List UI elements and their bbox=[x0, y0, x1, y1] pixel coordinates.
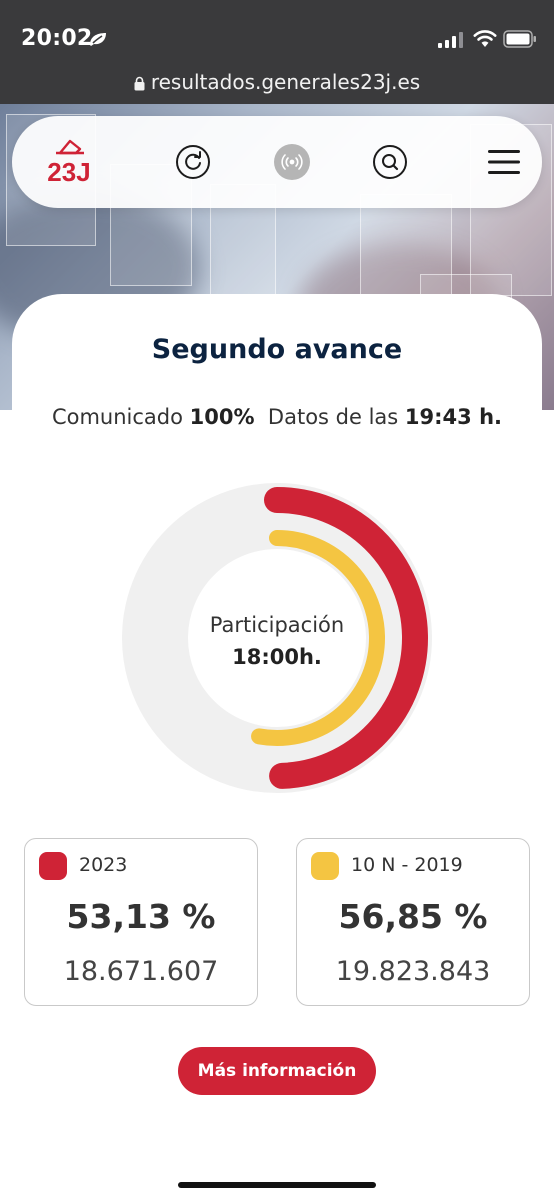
menu-icon bbox=[488, 150, 520, 174]
communicated-label: Comunicado bbox=[51, 405, 183, 429]
legend-swatch-yellow bbox=[311, 852, 339, 880]
chart-center-time: 18:00h. bbox=[232, 645, 322, 669]
page-title: Segundo avance bbox=[151, 334, 403, 365]
stat-count: 19.823.843 bbox=[335, 956, 491, 987]
stat-count: 18.671.607 bbox=[63, 956, 219, 987]
data-time-label: Datos de las bbox=[267, 405, 399, 429]
battery-icon bbox=[503, 30, 536, 48]
communicated-value: 100% bbox=[189, 405, 255, 429]
ballot-logo-icon: 23J bbox=[47, 139, 91, 187]
top-navigation: 23J bbox=[12, 116, 542, 208]
logo-23j[interactable]: 23J bbox=[34, 116, 104, 208]
refresh-button[interactable] bbox=[171, 116, 215, 208]
search-icon bbox=[373, 145, 407, 179]
url-text: resultados.generales23j.es bbox=[150, 70, 421, 94]
url-bar[interactable]: resultados.generales23j.es bbox=[0, 70, 554, 94]
lock-icon bbox=[134, 76, 145, 91]
progress-line: Comunicado 100% Datos de las 19:43 h. bbox=[0, 405, 554, 429]
live-button[interactable] bbox=[270, 116, 314, 208]
wifi-icon bbox=[473, 30, 497, 47]
status-time: 20:02 bbox=[21, 26, 93, 51]
leaf-icon bbox=[90, 33, 106, 46]
stat-card-2023: 2023 53,13 % 18.671.607 bbox=[24, 838, 258, 1006]
signal-icon bbox=[438, 32, 463, 48]
stat-percent: 56,85 % bbox=[338, 897, 488, 936]
chart-center-label: Participación 18:00h. bbox=[175, 609, 379, 673]
home-indicator bbox=[178, 1182, 376, 1188]
status-bar: 20:02 resultados.generales23j.es bbox=[0, 0, 554, 104]
stat-label: 10 N - 2019 bbox=[351, 854, 463, 876]
chart-center-title: Participación bbox=[209, 613, 345, 637]
stat-percent: 53,13 % bbox=[66, 897, 216, 936]
logo-text: 23J bbox=[47, 157, 90, 187]
stat-card-2019: 10 N - 2019 56,85 % 19.823.843 bbox=[296, 838, 530, 1006]
refresh-icon bbox=[176, 145, 210, 179]
live-broadcast-icon bbox=[274, 144, 310, 180]
more-info-button[interactable]: Más información bbox=[178, 1047, 376, 1095]
search-button[interactable] bbox=[368, 116, 412, 208]
data-time-value: 19:43 h. bbox=[404, 405, 503, 429]
menu-button[interactable] bbox=[478, 116, 530, 208]
stat-label: 2023 bbox=[79, 854, 128, 876]
legend-swatch-red bbox=[39, 852, 67, 880]
